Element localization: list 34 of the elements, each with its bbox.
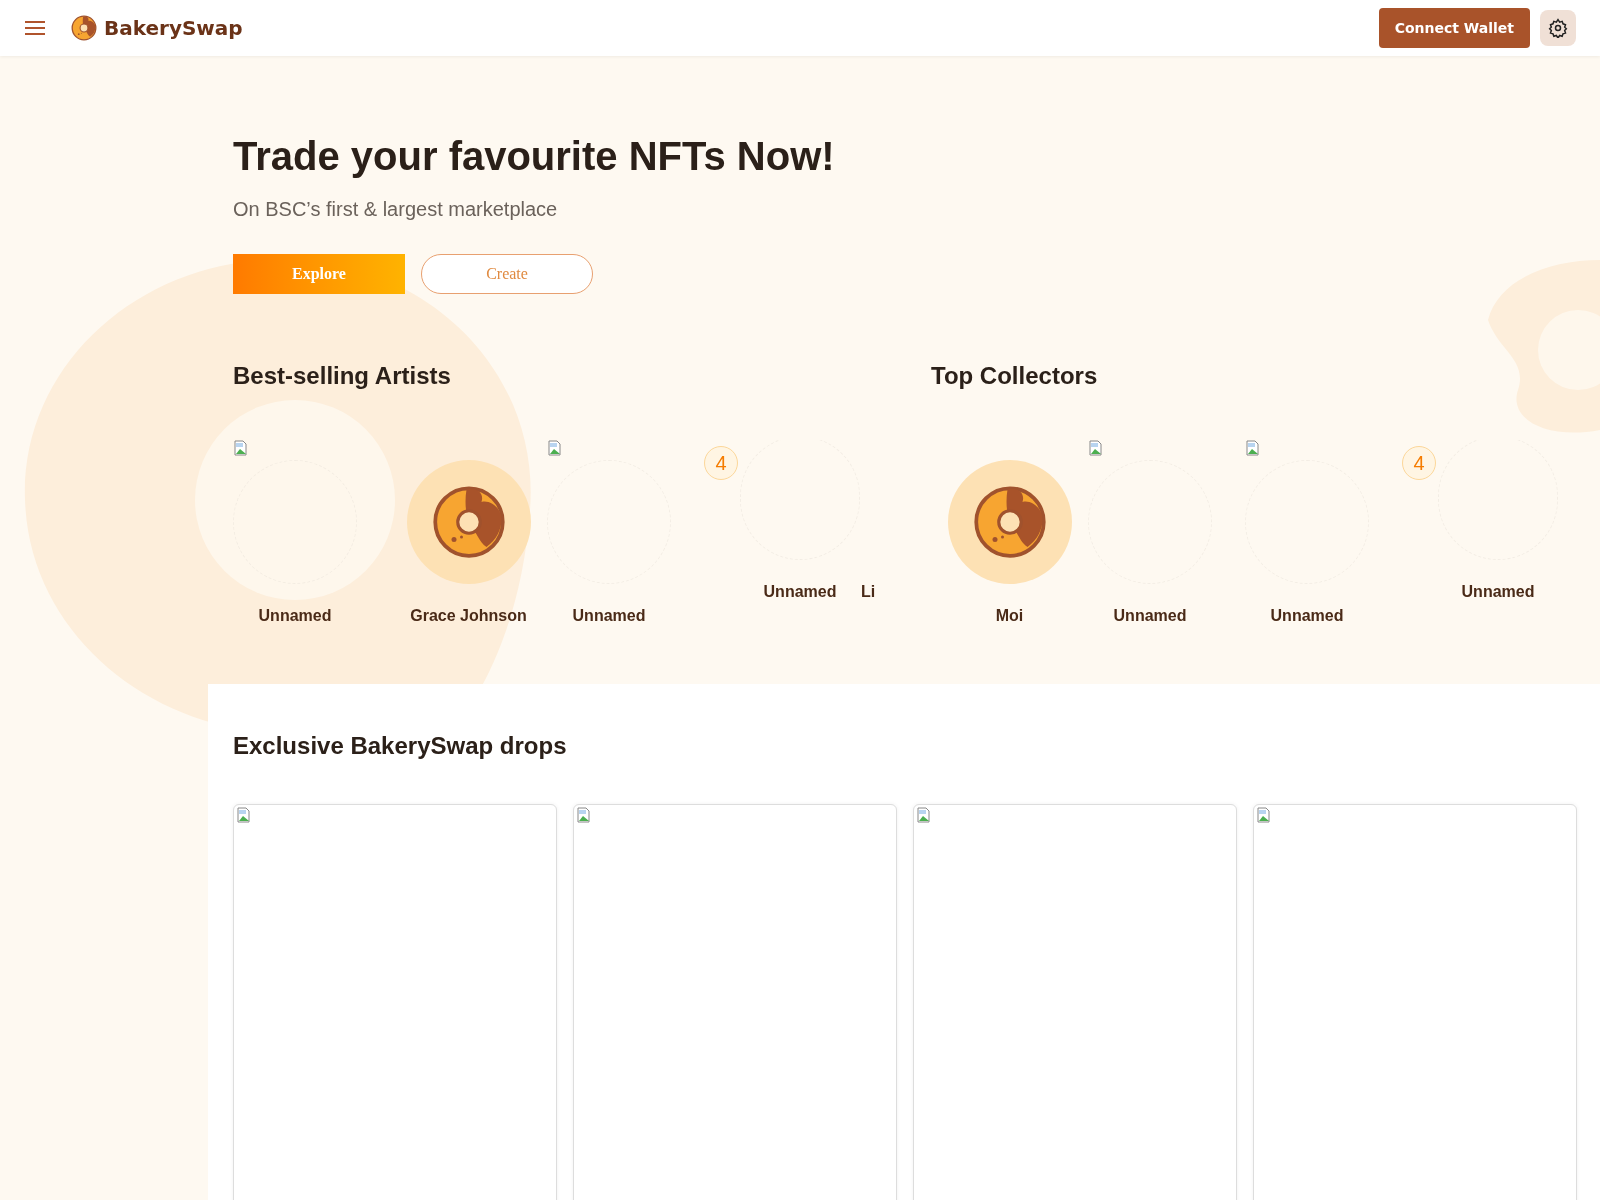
broken-image-icon	[1245, 440, 1261, 456]
person-name[interactable]: Unnamed	[1270, 604, 1344, 628]
connect-wallet-button[interactable]: Connect Wallet	[1378, 8, 1530, 48]
person-name[interactable]: Moi	[995, 607, 1024, 624]
hero-subtitle: On BSC’s first & largest marketplace	[233, 197, 559, 222]
broken-image-icon	[1088, 440, 1104, 456]
menu-icon[interactable]	[24, 20, 46, 36]
brand-name[interactable]: BakerySwap	[104, 13, 243, 43]
drop-card[interactable]	[1253, 804, 1577, 1200]
person-name[interactable]: Unnamed	[763, 580, 837, 604]
hero-title: Trade your favourite NFTs Now!	[233, 133, 836, 180]
settings-icon	[1548, 18, 1568, 38]
broken-image-icon	[233, 440, 249, 456]
person-name[interactable]: Unnamed	[1461, 580, 1535, 604]
section-title: Top Collectors	[931, 361, 1099, 391]
person-name[interactable]: Li	[861, 583, 876, 600]
broken-image-icon	[547, 440, 563, 456]
person-name[interactable]: Unnamed	[572, 604, 646, 628]
section-title: Best-selling Artists	[233, 361, 452, 391]
section-title: Exclusive BakerySwap drops	[233, 731, 568, 761]
drop-card[interactable]	[913, 804, 1237, 1200]
person-name[interactable]: Grace Johnson	[410, 607, 527, 624]
broken-image-icon	[576, 807, 592, 823]
drop-card[interactable]	[233, 804, 557, 1200]
rank-badge: 4	[704, 446, 738, 480]
drop-card[interactable]	[573, 804, 897, 1200]
broken-image-icon	[1256, 807, 1272, 823]
donut-icon	[70, 14, 98, 42]
broken-image-icon	[236, 807, 252, 823]
person-name[interactable]: Unnamed	[258, 604, 332, 628]
person-name[interactable]: Unnamed	[1113, 604, 1187, 628]
rank-badge: 4	[1402, 446, 1436, 480]
settings-button[interactable]	[1540, 10, 1576, 46]
broken-image-icon	[916, 807, 932, 823]
